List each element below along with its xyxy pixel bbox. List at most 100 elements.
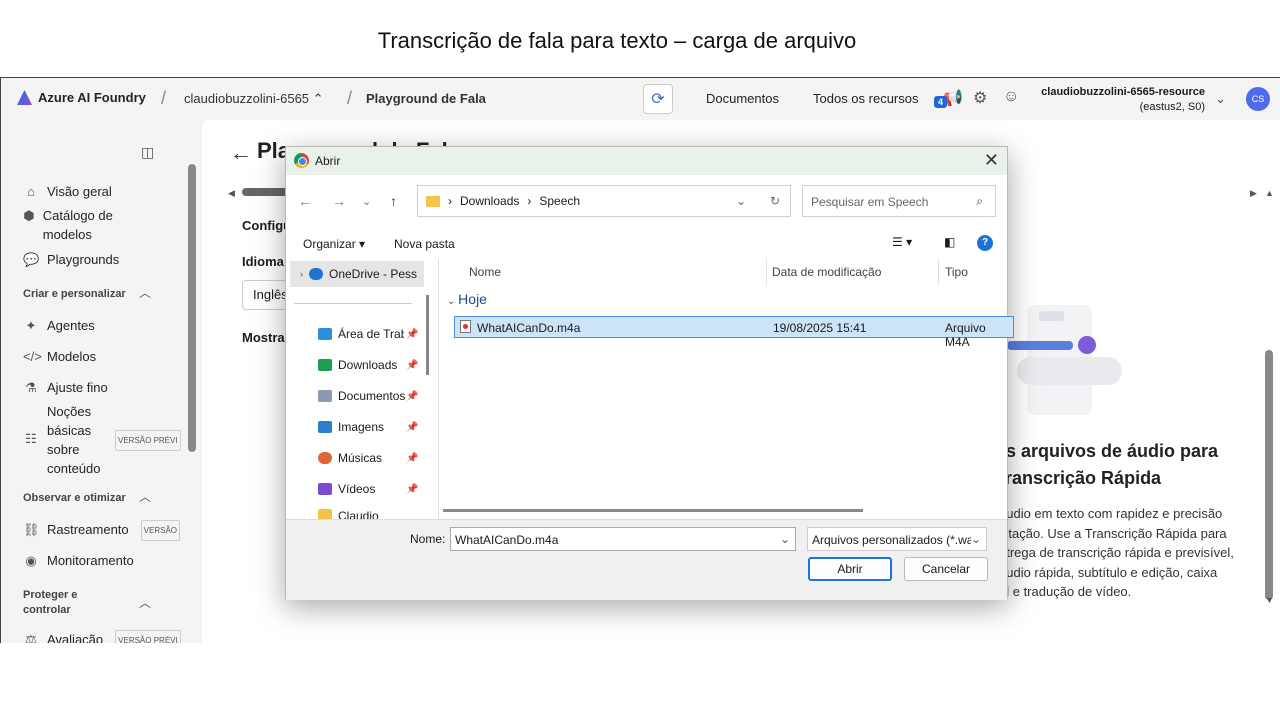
brand[interactable]: Azure AI Foundry: [17, 90, 146, 105]
chevron-up-icon[interactable]: ︿: [139, 594, 151, 611]
video-icon: [318, 483, 332, 495]
file-type: Arquivo M4A: [945, 321, 986, 349]
file-list: Nome Data de modificação Tipo ⌄ Hoje Wha…: [438, 259, 1014, 519]
sidebar-item-evaluation[interactable]: ⚖ Avaliação VERSÃO PRÉVI: [23, 630, 181, 643]
sidebar-item-content-understanding[interactable]: ☷ Noções básicas sobre conteúdo VERSÃO PRÉ…: [23, 402, 183, 478]
nav-item-music[interactable]: Músicas: [318, 451, 418, 465]
scroll-left-icon[interactable]: ◀: [228, 188, 235, 199]
pin-icon[interactable]: 📌: [406, 391, 418, 402]
group-header-today[interactable]: ⌄ Hoje: [447, 291, 487, 307]
dialog-titlebar[interactable]: Abrir ✕: [286, 147, 1007, 175]
nav-item-documents[interactable]: Documentos: [318, 389, 418, 403]
file-row-selected[interactable]: WhatAICanDo.m4a 19/08/2025 15:41 Arquivo…: [454, 316, 1014, 349]
column-date[interactable]: Data de modificação: [772, 265, 881, 279]
scroll-right-icon[interactable]: ▶: [1250, 188, 1257, 199]
documents-link[interactable]: Documentos: [706, 91, 779, 106]
file-date: 19/08/2025 15:41: [773, 321, 867, 335]
open-button[interactable]: Abrir: [808, 557, 892, 581]
collapse-sidebar-icon[interactable]: ◫: [141, 144, 154, 161]
resource-selector[interactable]: claudiobuzzolini-6565-resource (eastus2,…: [1039, 85, 1205, 115]
audio-file-icon: [460, 320, 471, 333]
pin-icon[interactable]: 📌: [406, 360, 418, 371]
search-input[interactable]: Pesquisar em Speech ⌕: [802, 185, 996, 217]
all-resources-link[interactable]: Todos os recursos: [813, 91, 919, 106]
pin-icon[interactable]: 📌: [406, 329, 418, 340]
gear-icon[interactable]: ⚙: [973, 88, 987, 108]
nav-divider: [294, 303, 412, 304]
column-type[interactable]: Tipo: [945, 265, 968, 279]
file-type-select[interactable]: Arquivos personalizados (*.wav ⌄: [807, 527, 987, 551]
smiley-icon[interactable]: ☺: [1003, 88, 1019, 106]
back-arrow-icon[interactable]: ←: [230, 140, 252, 166]
nav-item-images[interactable]: Imagens: [318, 420, 418, 434]
nav-item-downloads[interactable]: Downloads: [318, 358, 418, 372]
breadcrumb-separator: /: [347, 88, 353, 108]
nav-item-desktop[interactable]: Área de Trab: [318, 327, 418, 341]
scale-icon: ⚖: [25, 632, 37, 643]
breadcrumb-speech[interactable]: Speech: [539, 194, 580, 208]
pin-icon[interactable]: 📌: [406, 422, 418, 433]
sample-label: Mostra: [242, 330, 285, 345]
search-icon: ⌕: [976, 194, 983, 208]
sidebar-item-monitoring[interactable]: ◉ Monitoramento: [23, 551, 133, 570]
column-separator: [938, 259, 939, 285]
nav-item-onedrive[interactable]: › OneDrive - Pess: [290, 261, 424, 287]
sidebar-item-models[interactable]: </> Modelos: [23, 347, 96, 366]
scroll-down-icon[interactable]: ▼: [1265, 595, 1274, 605]
organize-menu[interactable]: Organizar ▾: [303, 237, 365, 251]
pin-icon[interactable]: 📌: [406, 484, 418, 495]
help-icon[interactable]: ?: [977, 235, 993, 251]
file-list-scrollbar[interactable]: [443, 509, 863, 512]
breadcrumb-downloads[interactable]: Downloads: [460, 194, 519, 208]
chevron-down-icon[interactable]: ⌄: [1215, 91, 1226, 107]
chat-icon: 💬: [23, 252, 40, 267]
cancel-button[interactable]: Cancelar: [904, 557, 988, 581]
flask-icon: ⚗: [25, 380, 37, 395]
chevron-down-icon[interactable]: ⌄: [780, 532, 790, 546]
nav-scrollbar[interactable]: [426, 295, 429, 375]
sidebar-item-overview[interactable]: ⌂ Visão geral: [23, 182, 112, 201]
address-bar[interactable]: › Downloads › Speech ⌄ ↻: [417, 185, 791, 217]
chevron-down-icon[interactable]: ⌄: [970, 532, 981, 546]
pin-icon[interactable]: 📌: [406, 453, 418, 464]
up-icon[interactable]: ↑: [390, 193, 397, 209]
vertical-scrollbar[interactable]: [1265, 350, 1273, 600]
scroll-up-icon[interactable]: ▲: [1265, 188, 1274, 198]
back-icon[interactable]: ←: [298, 193, 312, 209]
chevron-up-icon[interactable]: ︿: [139, 284, 151, 301]
empty-state-title: os arquivos de áudio para Transcrição Rá…: [995, 441, 1219, 488]
address-dropdown-icon[interactable]: ⌄: [736, 194, 746, 208]
view-options-icon[interactable]: ☰ ▾: [892, 235, 912, 249]
sidebar-item-fine-tuning[interactable]: ⚗ Ajuste fino: [23, 378, 108, 397]
chevron-up-icon[interactable]: ︿: [139, 488, 151, 505]
column-name[interactable]: Nome: [469, 265, 501, 279]
new-folder-button[interactable]: Nova pasta: [394, 237, 455, 251]
nav-item-videos[interactable]: Vídeos: [318, 482, 418, 496]
sidebar-item-playgrounds[interactable]: 💬 Playgrounds: [23, 250, 119, 269]
expand-icon: ›: [300, 269, 303, 279]
nav-item-claudio[interactable]: Claudio: [318, 509, 418, 519]
sidebar-item-tracing[interactable]: ⛓ Rastreamento VERSÃO: [23, 520, 180, 541]
forward-icon[interactable]: →: [332, 193, 346, 209]
empty-state-description: áudio em texto com rapidez e precisão ci…: [999, 506, 1234, 599]
content-icon: ☷: [25, 431, 37, 446]
project-selector[interactable]: claudiobuzzolini-6565 ⌃: [184, 91, 324, 107]
sidebar-scrollbar[interactable]: [188, 164, 196, 452]
recent-chevron-icon[interactable]: ⌄: [362, 195, 371, 208]
avatar[interactable]: CS: [1246, 87, 1270, 111]
copilot-button[interactable]: ⟳: [643, 84, 673, 114]
notification-badge: 4: [934, 96, 948, 108]
sidebar: ◫ ⌂ Visão geral ⬢ Catálogo de modelos 💬 Pla…: [1, 120, 201, 643]
refresh-icon[interactable]: ↻: [770, 194, 780, 208]
chevron-down-icon: ⌄: [447, 296, 459, 307]
close-icon[interactable]: ✕: [984, 150, 999, 171]
column-separator: [766, 259, 767, 285]
navigation-row: ← → ⌄ ↑ › Downloads › Speech ⌄ ↻ Pesquis…: [286, 183, 1007, 219]
file-name: WhatAICanDo.m4a: [477, 321, 581, 335]
preview-pane-icon[interactable]: ◧: [944, 235, 955, 249]
folder-icon: [426, 195, 440, 207]
file-name-input[interactable]: WhatAICanDo.m4a ⌄: [450, 527, 796, 551]
sidebar-item-agents[interactable]: ✦ Agentes: [23, 316, 95, 335]
sidebar-item-model-catalog[interactable]: ⬢ Catálogo de modelos: [23, 206, 133, 244]
slide-title: Transcrição de fala para texto – carga d…: [377, 28, 857, 53]
